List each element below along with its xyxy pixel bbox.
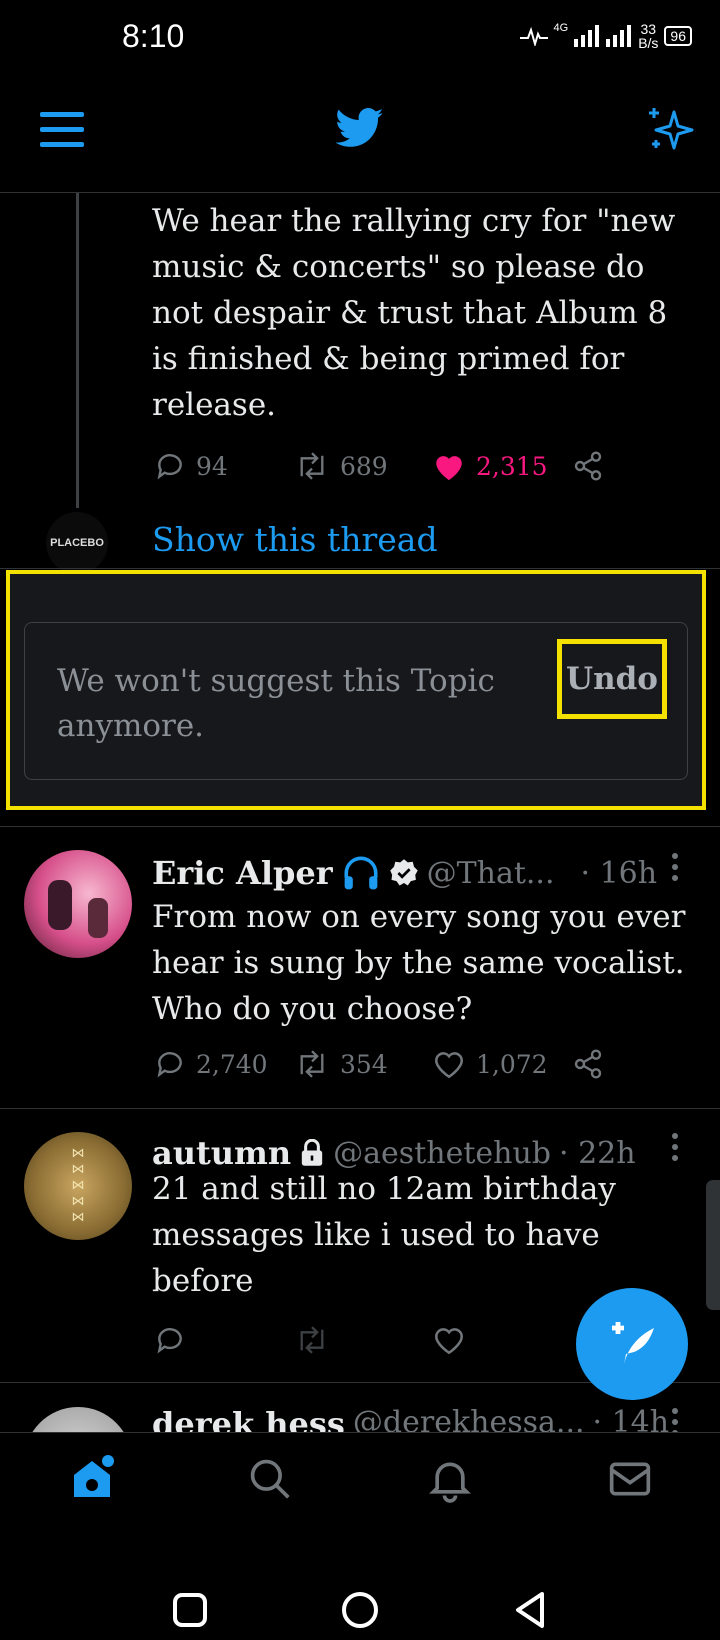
back-triangle-icon[interactable]	[512, 1590, 548, 1630]
handle: @That...	[426, 855, 555, 891]
share-icon	[574, 451, 602, 481]
thread-line	[76, 193, 79, 508]
avatar[interactable]	[24, 850, 132, 958]
like-count: 1,072	[476, 1049, 548, 1079]
retweet-icon	[300, 452, 324, 480]
display-name[interactable]: Eric Alper	[152, 854, 333, 892]
recents-square-icon[interactable]	[172, 1592, 208, 1628]
tweet-text: We hear the rallying cry for "new music …	[152, 203, 676, 423]
avatar[interactable]	[24, 1407, 132, 1433]
like-button[interactable]: 1,072	[432, 1048, 572, 1080]
activity-icon	[519, 26, 548, 46]
display-name[interactable]: derek hess	[152, 1405, 345, 1433]
scrollbar[interactable]	[706, 1180, 720, 1310]
topic-notice-message: We won't suggest this Topic anymore.	[57, 663, 495, 744]
retweet-icon	[300, 1326, 324, 1354]
avatar[interactable]: ⋈ ⋈ ⋈ ⋈ ⋈	[24, 1132, 132, 1240]
like-button[interactable]: 2,315	[432, 450, 572, 482]
tweet-text: From now on every song you ever hear is …	[152, 899, 686, 1027]
search-icon[interactable]	[248, 1455, 292, 1503]
lock-icon	[301, 1139, 323, 1166]
signal-icon	[574, 25, 600, 47]
sparkle-icon[interactable]	[648, 108, 696, 152]
reply-icon	[157, 1328, 182, 1354]
home-circle-icon[interactable]	[340, 1590, 380, 1630]
like-button[interactable]	[432, 1324, 466, 1356]
heart-icon	[434, 1328, 464, 1355]
topic-notice-highlight: We won't suggest this Topic anymore. Und…	[6, 570, 706, 810]
reply-button[interactable]: 2,740	[154, 1048, 294, 1080]
reply-count: 2,740	[196, 1049, 268, 1079]
status-icons: 4G 33 B/s 96	[519, 21, 692, 51]
avatar-logo-text: PLACEBO	[50, 537, 104, 549]
retweet-icon	[300, 1050, 324, 1078]
retweet-button-disabled	[294, 1324, 432, 1356]
reply-icon	[157, 454, 182, 480]
share-button[interactable]	[572, 1048, 604, 1080]
verified-badge-icon	[389, 859, 418, 886]
reply-button[interactable]: 94	[154, 450, 294, 482]
bottom-nav	[0, 1432, 720, 1523]
headphones-icon	[344, 856, 378, 890]
clock: 8:10	[122, 18, 185, 54]
tweet-actions: 2,740 354 1,072	[154, 1048, 624, 1080]
top-bar	[0, 80, 720, 193]
compose-feather-icon	[612, 1322, 654, 1364]
more-options-icon[interactable]	[670, 1407, 680, 1433]
tweet-header: derek hess @derekhessa... · 14h	[152, 1405, 692, 1433]
timestamp: · 14h	[592, 1405, 670, 1433]
status-bar: 8:10 4G 33 B/s 96	[0, 0, 720, 80]
notifications-bell-icon[interactable]	[428, 1455, 472, 1503]
handle: @derekhessa...	[352, 1405, 585, 1433]
like-count: 2,315	[476, 451, 548, 481]
retweet-button[interactable]: 354	[294, 1048, 432, 1080]
heart-filled-icon	[436, 456, 462, 481]
reply-count: 94	[196, 451, 228, 481]
signal-icon-2	[606, 25, 632, 47]
network-type: 4G	[553, 22, 569, 34]
tweet-header: Eric Alper @That... · 16h	[152, 850, 692, 896]
share-icon	[574, 1049, 602, 1079]
divider	[0, 826, 720, 827]
reply-button[interactable]	[154, 1324, 294, 1356]
tweet-actions	[154, 1324, 474, 1356]
divider	[0, 1108, 720, 1109]
messages-envelope-icon[interactable]	[608, 1457, 652, 1501]
retweet-count: 354	[340, 1049, 388, 1079]
show-thread-link[interactable]: Show this thread	[152, 520, 438, 559]
system-nav-bar	[0, 1522, 720, 1640]
net-speed: 33 B/s	[638, 21, 659, 51]
topic-notice-card: We won't suggest this Topic anymore. Und…	[24, 622, 688, 780]
menu-icon[interactable]	[40, 110, 84, 150]
battery-indicator: 96	[664, 26, 692, 46]
tweet-text: 21 and still no 12am birthday messages l…	[152, 1171, 616, 1299]
reply-icon	[157, 1052, 182, 1078]
retweet-button[interactable]: 689	[294, 450, 432, 482]
compose-tweet-button[interactable]	[576, 1288, 688, 1400]
home-icon[interactable]	[68, 1455, 116, 1503]
share-button[interactable]	[572, 450, 604, 482]
placebo-avatar[interactable]: PLACEBO	[46, 512, 108, 574]
undo-button[interactable]: Undo	[557, 639, 667, 719]
more-options-icon[interactable]	[670, 1132, 680, 1162]
divider	[0, 568, 720, 569]
heart-icon	[434, 1052, 464, 1079]
twitter-bird-icon[interactable]	[336, 108, 384, 148]
tweet-actions: 94 689 2,315	[154, 450, 624, 482]
timestamp: · 16h	[580, 855, 658, 891]
retweet-count: 689	[340, 451, 388, 481]
more-options-icon[interactable]	[670, 852, 680, 882]
